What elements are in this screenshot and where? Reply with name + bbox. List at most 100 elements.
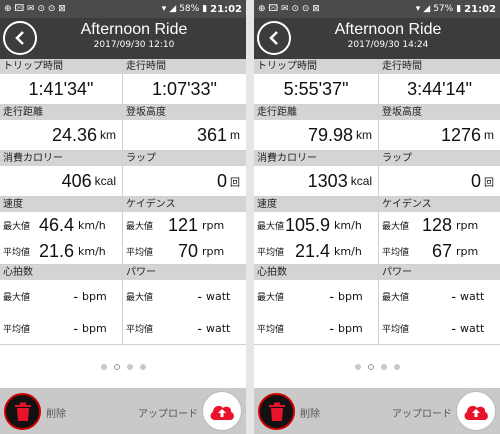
chevron-left-icon — [15, 31, 24, 45]
stat-value: - — [451, 320, 456, 336]
stat-value: 0 — [216, 170, 227, 191]
page-dot[interactable] — [126, 364, 133, 370]
stat-label: 心拍数 — [254, 265, 379, 280]
max-label: 最大値 — [257, 292, 285, 303]
stat-value-row: 0 回 — [379, 166, 500, 196]
page-dot[interactable] — [367, 364, 374, 370]
stat-value-row: 24.36 km — [0, 120, 122, 150]
avg-label: 平均値 — [126, 324, 154, 335]
stat-unit: kcal — [94, 174, 116, 188]
power-avg-row: 平均値 - watt — [123, 312, 246, 344]
avg-label: 平均値 — [126, 247, 154, 258]
speed-max-row: 最大値 105.9 km/h — [254, 212, 378, 238]
avg-label: 平均値 — [3, 247, 31, 258]
hr-max-row: 最大値 - bpm — [254, 280, 378, 312]
page-indicator[interactable] — [254, 364, 500, 370]
activity-datetime: 2017/09/30 14:24 — [347, 40, 429, 50]
stat-unit: km/h — [334, 218, 362, 232]
battery-percent: 57% — [433, 4, 454, 14]
stat-value-row: 406 kcal — [0, 166, 122, 196]
back-button[interactable] — [257, 21, 291, 55]
page-dot[interactable] — [380, 364, 387, 370]
stat-unit: bpm — [82, 289, 107, 303]
cadence-max-row: 最大値 128 rpm — [379, 212, 500, 238]
delete-label[interactable]: 削除 — [46, 405, 66, 420]
stat-unit: km/h — [78, 244, 106, 258]
footer-bar: 削除 アップロード — [0, 388, 246, 434]
stat-value: 5:55'37" — [283, 78, 349, 99]
upload-label[interactable]: アップロード — [138, 405, 198, 420]
stat-cadence: ケイデンス 最大値 128 rpm 平均値 67 rpm — [379, 197, 500, 265]
screen-divider — [246, 0, 254, 434]
stats-grid: トリップ時間 1:41'34" 走行時間 1:07'33" 走行距離 24.36… — [0, 59, 246, 345]
stat-value: 0 — [470, 170, 481, 191]
stat-unit: km/h — [334, 244, 362, 258]
delete-button[interactable] — [4, 393, 41, 430]
footer-bar: 削除 アップロード — [254, 388, 500, 434]
stat-speed: 速度 最大値 105.9 km/h 平均値 21.4 km/h — [254, 197, 380, 265]
cloud-upload-icon — [210, 405, 234, 420]
stat-calories: 消費カロリー 1303 kcal — [254, 151, 380, 197]
back-button[interactable] — [3, 21, 37, 55]
stat-calories: 消費カロリー 406 kcal — [0, 151, 123, 197]
wifi-icon: ▾ — [161, 4, 167, 14]
page-dot[interactable] — [354, 364, 361, 370]
stat-unit: watt — [460, 321, 485, 335]
stat-value: 105.9 — [285, 214, 331, 235]
stat-value-row: 1303 kcal — [254, 166, 378, 196]
stat-value: 67 — [431, 240, 452, 261]
stat-value: - — [197, 320, 202, 336]
delete-label[interactable]: 削除 — [300, 405, 320, 420]
stat-value: 1303 — [307, 170, 348, 191]
page-indicator[interactable] — [0, 364, 246, 370]
hr-avg-row: 平均値 - bpm — [254, 312, 378, 344]
signal-icon: ◢ — [423, 4, 431, 14]
header: Afternoon Ride 2017/09/30 14:24 — [254, 18, 500, 59]
upload-label[interactable]: アップロード — [392, 405, 452, 420]
stat-trip-time: トリップ時間 5:55'37" — [254, 59, 380, 105]
hr-avg-row: 平均値 - bpm — [0, 312, 122, 344]
stat-value: 21.6 — [38, 240, 74, 261]
page-dot[interactable] — [393, 364, 400, 370]
cloud-upload-icon — [464, 405, 488, 420]
avg-label: 平均値 — [3, 324, 31, 335]
stat-unit: km — [356, 128, 373, 142]
page-dot[interactable] — [113, 364, 120, 370]
stat-unit: rpm — [202, 244, 225, 258]
stat-value: - — [329, 320, 335, 336]
avg-label: 平均値 — [382, 247, 410, 258]
stat-label: パワー — [123, 265, 246, 280]
stat-unit: rpm — [202, 218, 225, 232]
stat-value: 1276 — [440, 124, 481, 145]
stat-label: パワー — [379, 265, 500, 280]
stat-heart-rate: 心拍数 最大値 - bpm 平均値 - bpm — [0, 265, 123, 345]
stat-unit: watt — [206, 321, 231, 335]
delete-button[interactable] — [258, 393, 295, 430]
stat-laps: ラップ 0 回 — [379, 151, 500, 197]
stat-moving-time: 走行時間 3:44'14" — [379, 59, 500, 105]
trash-icon — [14, 402, 31, 421]
stat-value: 1:41'34" — [28, 78, 94, 99]
hr-max-row: 最大値 - bpm — [0, 280, 122, 312]
stat-heart-rate: 心拍数 最大値 - bpm 平均値 - bpm — [254, 265, 380, 345]
stat-label: トリップ時間 — [254, 59, 379, 74]
upload-button[interactable] — [202, 391, 242, 431]
stat-power: パワー 最大値 - watt 平均値 - watt — [379, 265, 500, 345]
stat-unit: bpm — [338, 289, 363, 303]
stat-unit: kcal — [350, 174, 373, 188]
stat-label: 消費カロリー — [0, 151, 122, 166]
page-dot[interactable] — [100, 364, 107, 370]
stat-moving-time: 走行時間 1:07'33" — [123, 59, 246, 105]
header: Afternoon Ride 2017/09/30 12:10 — [0, 18, 246, 59]
avg-label: 平均値 — [257, 247, 285, 258]
cadence-avg-row: 平均値 70 rpm — [123, 238, 246, 264]
stat-label: ラップ — [379, 151, 500, 166]
activity-datetime: 2017/09/30 12:10 — [93, 40, 175, 50]
cadence-avg-row: 平均値 67 rpm — [379, 238, 500, 264]
stat-value-row: 361 m — [123, 120, 246, 150]
upload-button[interactable] — [456, 391, 496, 431]
stat-label: トリップ時間 — [0, 59, 122, 74]
page-dot[interactable] — [139, 364, 146, 370]
stats-grid: トリップ時間 5:55'37" 走行時間 3:44'14" 走行距離 79.98… — [254, 59, 500, 345]
stat-distance: 走行距離 79.98 km — [254, 105, 380, 151]
